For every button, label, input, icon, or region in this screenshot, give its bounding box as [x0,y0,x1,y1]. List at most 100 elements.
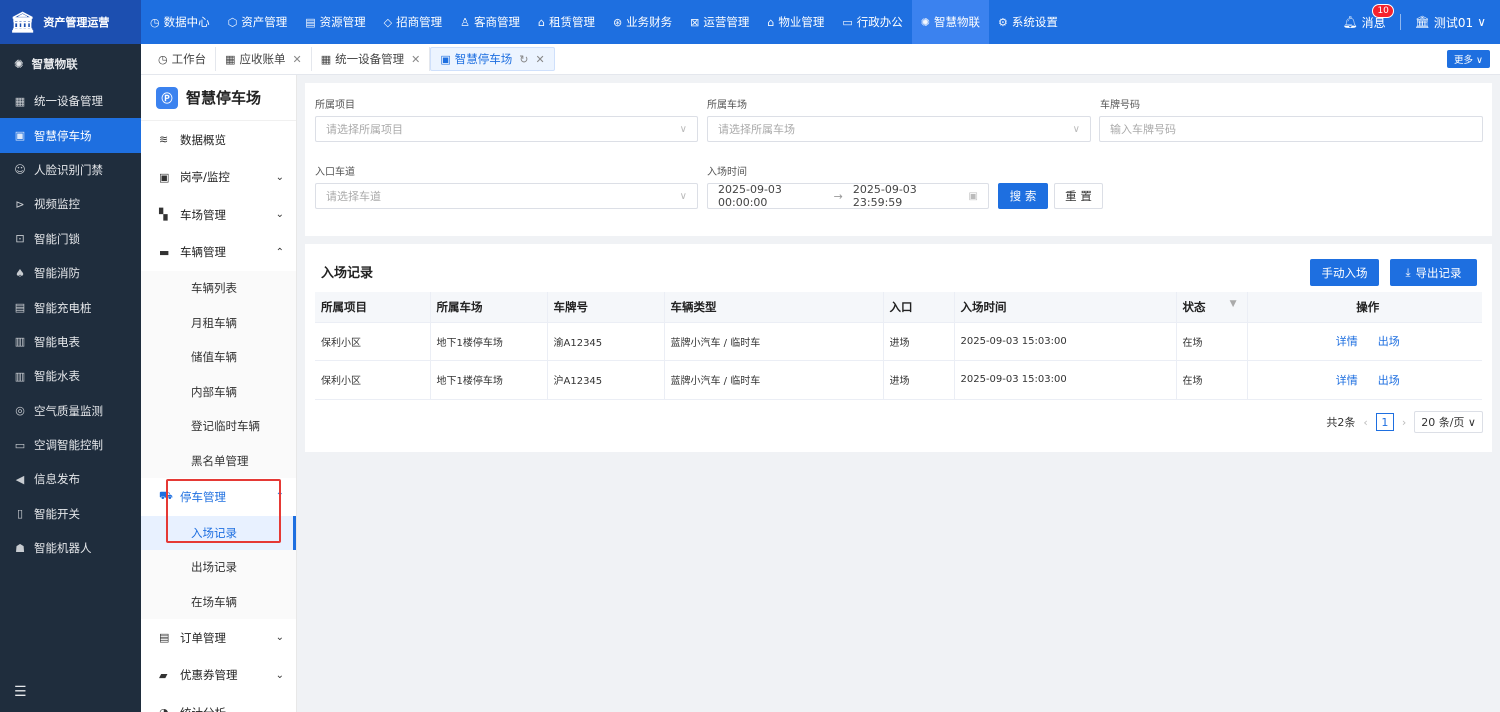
top-bar: 🏛 资产管理运营 ◷ 数据中心 ⬡ 资产管理 ▤ 资源管理 ◇ 招商管理 ♙ 客商管理 ⌂ 租赁管理 ⊛… [0,0,1500,44]
sidebar-item[interactable]: ⊳ 视频监控 [0,187,141,221]
sidebar-item-label: 智能机器人 [34,541,92,556]
messages-button[interactable]: 🔔︎ 消息 10 [1342,3,1394,31]
submenu-item[interactable]: ▰ 优惠券管理 ⌄ [141,657,296,695]
top-nav-item[interactable]: ◇ 招商管理 [375,0,451,44]
tab[interactable]: ▦ 应收账单 ✕ [216,47,312,71]
submenu-subitem[interactable]: 入场记录 [141,515,296,550]
next-page-icon[interactable]: › [1402,416,1406,429]
exit-link[interactable]: 出场 [1378,374,1400,387]
submenu-subitem[interactable]: 出场记录 [141,550,296,585]
submenu-subitem[interactable]: 在场车辆 [141,584,296,619]
sidebar-item[interactable]: ▣ 智慧停车场 [0,118,141,153]
refresh-icon[interactable]: ↻ [519,53,528,66]
top-nav-item[interactable]: ⊛ 业务财务 [604,0,681,44]
iot-icon: ✺ [14,57,24,71]
close-icon[interactable]: ✕ [411,53,420,66]
submenu-subitem[interactable]: 内部车辆 [141,374,296,409]
nav-icon: ✺ [920,15,930,29]
submenu-item[interactable]: ▣ 岗亭/监控 ⌄ [141,159,296,197]
submenu-item[interactable]: ≋ 数据概览 [141,121,296,159]
top-nav-item[interactable]: ▤ 资源管理 [296,0,374,44]
sidebar: ✺ 智慧物联 ▦ 统一设备管理 ▣ 智慧停车场 ☺ 人脸识别门禁 ⊳ 视频监控 ⊡ 智能门锁 ♠ 智能… [0,44,141,712]
more-tabs-button[interactable]: 更多 ∨ [1447,50,1490,68]
time-range-picker[interactable]: 2025-09-03 00:00:00 → 2025-09-03 23:59:5… [707,183,989,209]
sidebar-item-label: 智能充电桩 [34,300,92,315]
sidebar-item[interactable]: ▭ 空调智能控制 [0,428,141,462]
search-button[interactable]: 搜 索 [998,183,1048,209]
top-nav-label: 资源管理 [319,15,366,29]
sidebar-item-label: 空调智能控制 [34,438,103,453]
column-header: 所属项目 [315,292,431,323]
lane-select[interactable]: 请选择车道 ∨ [315,183,698,209]
sidebar-item[interactable]: ▤ 智能充电桩 [0,290,141,324]
sidebar-item[interactable]: ♠ 智能消防 [0,256,141,290]
table-row: 保利小区 地下1楼停车场 沪A12345 蓝牌小汽车 / 临时车 进场 2025-09-0… [315,360,1482,400]
top-nav-item[interactable]: ⬡ 资产管理 [219,0,297,44]
project-select[interactable]: 请选择所属项目 ∨ [315,116,698,142]
top-nav-item[interactable]: ⊠ 运营管理 [681,0,758,44]
menu-icon: ⛟ [159,489,173,503]
tab-page-icon: ▣ [440,52,451,66]
filter-icon[interactable]: ▼ [1230,299,1237,309]
submenu-subitem[interactable]: 黑名单管理 [141,443,296,478]
user-menu[interactable]: 🏛 测试01 ∨ [1415,14,1486,31]
top-nav-item[interactable]: ⌂ 租赁管理 [529,0,604,44]
plate-input[interactable]: 输入车牌号码 [1099,116,1483,142]
page-number[interactable]: 1 [1375,413,1394,431]
manual-entry-button[interactable]: 手动入场 [1310,259,1379,286]
submenu-item[interactable]: ▤ 订单管理 ⌄ [141,619,296,657]
nav-icon: ⊛ [612,15,623,29]
submenu-item-label: 订单管理 [180,630,226,645]
top-nav-item[interactable]: ✺ 智慧物联 [911,0,989,44]
submenu-item[interactable]: ▬ 车辆管理 ⌃ [141,234,296,272]
sidebar-item[interactable]: ⊡ 智能门锁 [0,222,141,256]
tab[interactable]: ◷ 工作台 [149,47,217,71]
column-header-label: 所属项目 [321,299,367,314]
submenu-item-label: 内部车辆 [191,384,237,399]
tab[interactable]: ▦ 统一设备管理 ✕ [312,47,431,71]
prev-page-icon[interactable]: ‹ [1363,416,1367,429]
sidebar-item[interactable]: ▥ 智能水表 [0,359,141,393]
reset-button[interactable]: 重 置 [1054,183,1103,209]
submenu-item[interactable]: ▚ 车场管理 ⌄ [141,196,296,234]
top-nav-item[interactable]: ♙ 客商管理 [451,0,529,44]
sidebar-item[interactable]: ◀ 信息发布 [0,462,141,496]
brand[interactable]: 🏛 资产管理运营 [0,0,141,44]
top-nav-item[interactable]: ⌂ 物业管理 [758,0,833,44]
menu-icon: ▣ [159,170,170,184]
sidebar-item[interactable]: ◎ 空气质量监测 [0,394,141,428]
top-nav-item[interactable]: ▭ 行政办公 [833,0,911,44]
top-nav-item[interactable]: ◷ 数据中心 [141,0,219,44]
page-size-select[interactable]: 20 条/页 ∨ [1414,411,1483,433]
nav-icon: ◷ [150,15,160,29]
submenu-subitem[interactable]: 月租车辆 [141,305,296,340]
sidebar-header[interactable]: ✺ 智慧物联 [0,44,141,84]
lot-select[interactable]: 请选择所属车场 ∨ [707,116,1091,142]
submenu-item[interactable]: ⛟ 停车管理 ⌃ [141,478,296,516]
collapse-menu-icon[interactable]: ☰ [14,684,27,700]
table-row: 保利小区 地下1楼停车场 渝A12345 蓝牌小汽车 / 临时车 进场 2025-09-0… [315,322,1482,361]
submenu-subitem[interactable]: 车辆列表 [141,271,296,306]
detail-link[interactable]: 详情 [1336,335,1358,348]
sidebar-item[interactable]: ▦ 统一设备管理 [0,84,141,118]
sidebar-item[interactable]: ▯ 智能开关 [0,497,141,531]
tab[interactable]: ▣ 智慧停车场 ↻ ✕ [430,47,555,71]
submenu-item[interactable]: ◕ 统计分析 ⌄ [141,694,296,712]
submenu-item-label: 优惠券管理 [180,668,238,683]
sidebar-item[interactable]: ▥ 智能电表 [0,325,141,359]
top-nav-item[interactable]: ⚙ 系统设置 [989,0,1067,44]
bank-logo-icon: 🏛 [10,10,36,34]
submenu-subitem[interactable]: 储值车辆 [141,340,296,375]
close-icon[interactable]: ✕ [293,53,302,66]
sidebar-item[interactable]: ☺ 人脸识别门禁 [0,153,141,187]
export-records-button[interactable]: ⤓ 导出记录 [1390,259,1477,286]
cell-time: 2025-09-03 15:03:00 [954,360,1177,400]
chevron-down-icon: ⌄ [275,632,284,644]
chevron-down-icon: ∨ [1072,123,1080,135]
submenu-subitem[interactable]: 登记临时车辆 [141,409,296,444]
exit-link[interactable]: 出场 [1378,335,1400,348]
close-icon[interactable]: ✕ [535,53,544,66]
top-nav-label: 系统设置 [1011,15,1058,29]
sidebar-item[interactable]: ☗ 智能机器人 [0,531,141,565]
detail-link[interactable]: 详情 [1336,374,1358,387]
